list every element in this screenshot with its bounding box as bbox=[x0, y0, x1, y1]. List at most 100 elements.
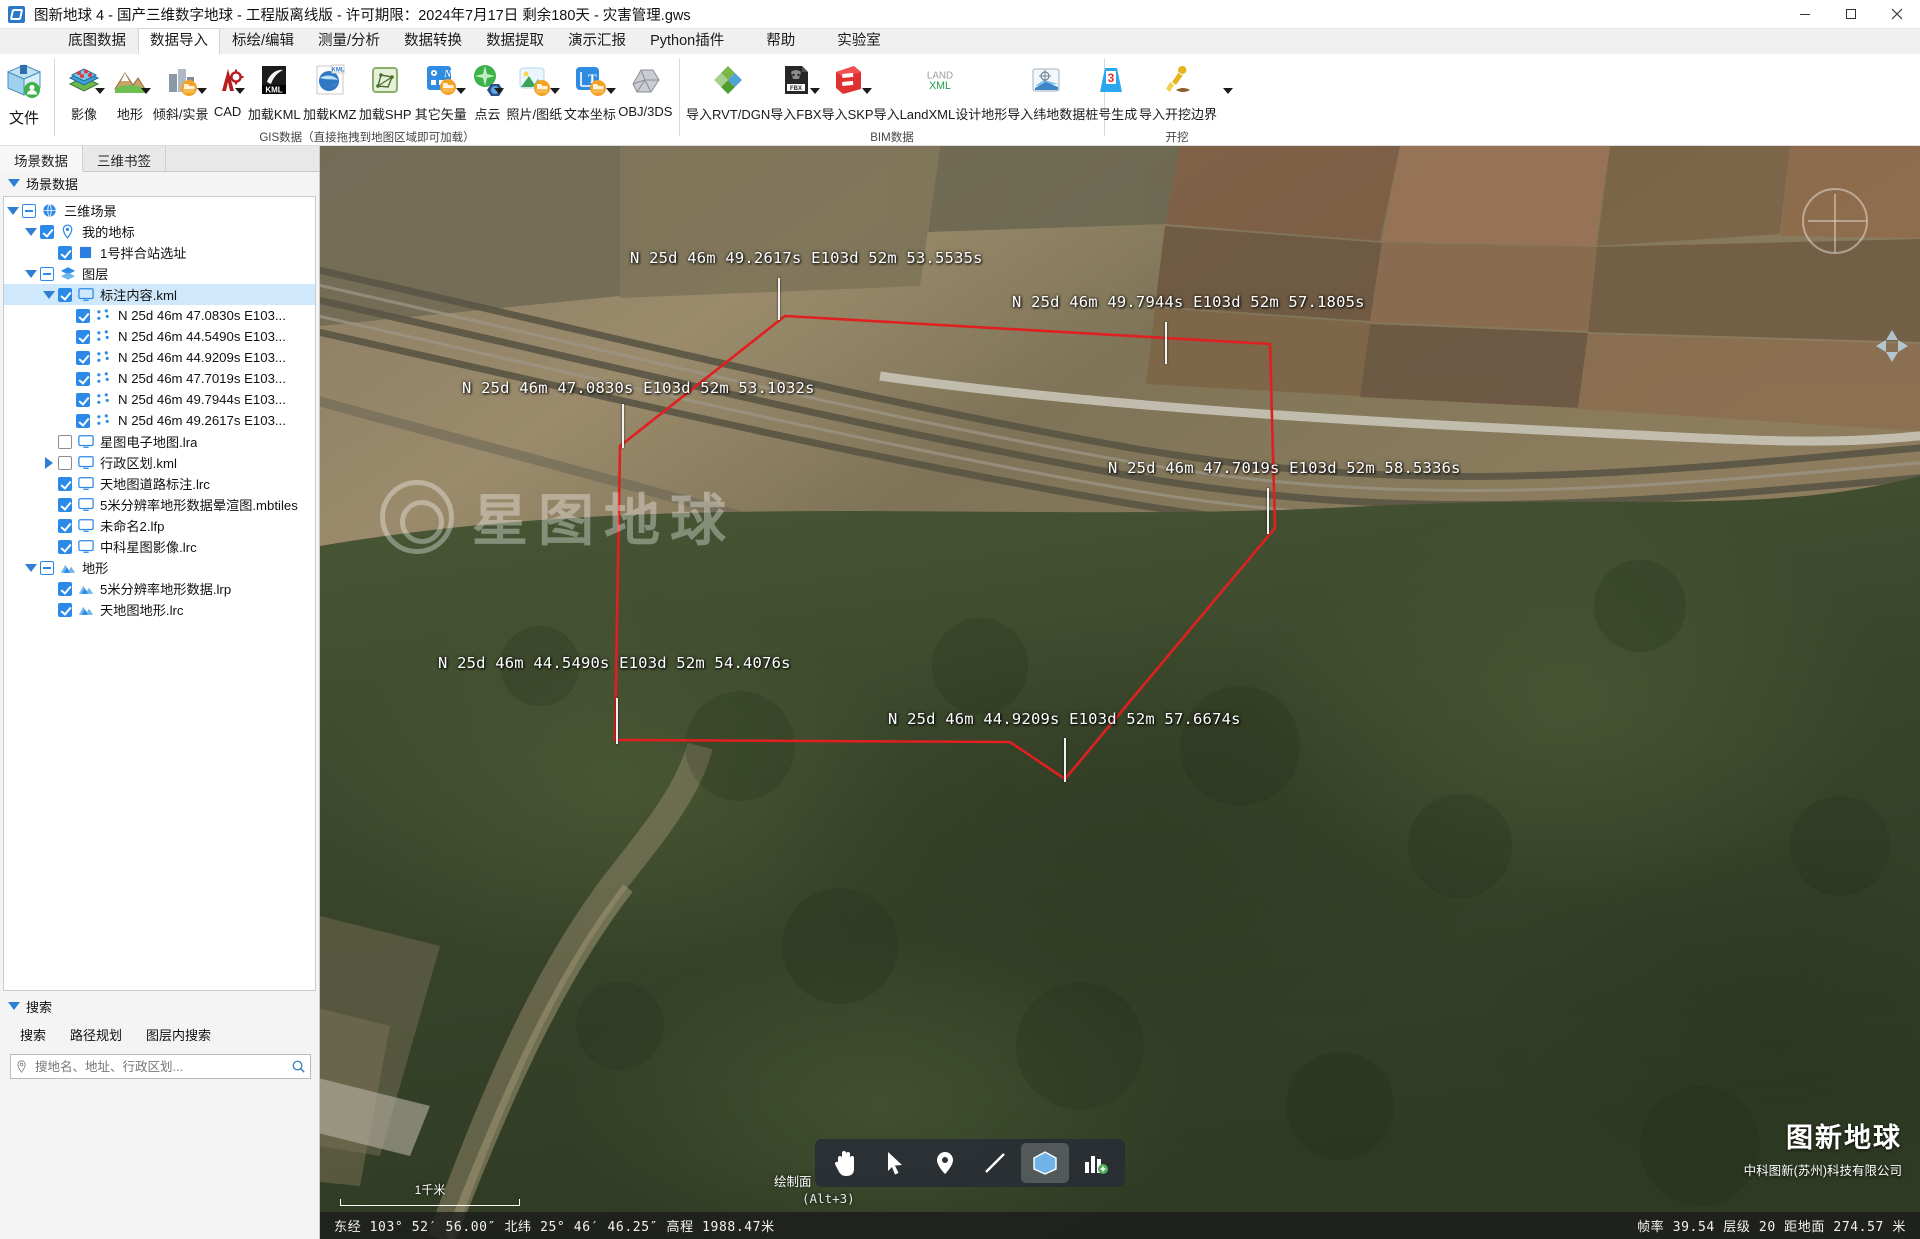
tree-expander[interactable] bbox=[4, 206, 22, 215]
ribbon-button-terrain[interactable]: 地形 bbox=[107, 58, 153, 123]
menu-item-2[interactable]: 标绘/编辑 bbox=[220, 28, 306, 54]
ribbon-button-rvt-dgn[interactable]: 导入RVT/DGN bbox=[686, 58, 770, 123]
menu-item-9[interactable]: 实验室 bbox=[825, 28, 893, 54]
tree-checkbox[interactable] bbox=[58, 581, 72, 596]
tree-item[interactable]: 天地图地形.lrc bbox=[4, 599, 315, 620]
tree-checkbox[interactable] bbox=[58, 287, 72, 302]
map-viewport[interactable]: N 25d 46m 49.2617s E103d 52m 53.5535s N … bbox=[320, 146, 1920, 1239]
tree-collapse-box[interactable] bbox=[40, 266, 54, 281]
tree-item[interactable]: 天地图道路标注.lrc bbox=[4, 473, 315, 494]
tree-expander[interactable] bbox=[22, 563, 40, 572]
ribbon-button-text-coordinate[interactable]: T 文本坐标 bbox=[562, 58, 617, 123]
tree-checkbox[interactable] bbox=[76, 329, 90, 344]
tab-3d-bookmarks[interactable]: 三维书签 bbox=[83, 146, 166, 171]
search-tab-search[interactable]: 搜索 bbox=[8, 1021, 58, 1048]
ribbon-button-point-cloud[interactable]: 点云 bbox=[468, 58, 506, 123]
menu-item-4[interactable]: 数据转换 bbox=[392, 28, 474, 54]
menu-item-6[interactable]: 演示汇报 bbox=[556, 28, 638, 54]
ribbon-button-obj-3ds[interactable]: OBJ/3DS bbox=[618, 58, 673, 119]
tree-expander[interactable] bbox=[40, 290, 58, 299]
marker-tool-button[interactable] bbox=[921, 1143, 969, 1183]
scene-tree[interactable]: 三维场景 我的地标 1号拌合站选址 图层 标注内容.kml N 25d 46m 47.08… bbox=[3, 196, 316, 991]
navigation-arrows-icon[interactable] bbox=[1872, 326, 1912, 366]
tree-item[interactable]: 图层 bbox=[4, 263, 315, 284]
menu-item-7[interactable]: Python插件 bbox=[638, 28, 736, 54]
ribbon-button-imagery[interactable]: 影像 bbox=[61, 58, 107, 123]
maximize-icon[interactable] bbox=[1828, 0, 1874, 29]
ribbon-button-photo-drawing[interactable]: 照片/图纸 bbox=[506, 58, 562, 123]
tree-expander[interactable] bbox=[22, 269, 40, 278]
pan-tool-button[interactable] bbox=[821, 1143, 869, 1183]
ribbon-button-fbx[interactable]: FBX 导入FBX bbox=[770, 58, 822, 123]
ribbon-button-excavation-boundary[interactable]: 导入开挖边界 bbox=[1119, 58, 1237, 123]
tree-checkbox[interactable] bbox=[76, 308, 90, 323]
file-button[interactable]: 文件 bbox=[0, 54, 48, 146]
points-icon bbox=[95, 308, 112, 323]
ribbon-button-weidi[interactable]: 导入纬地数据 bbox=[1007, 58, 1085, 123]
tree-item[interactable]: 5米分辨率地形数据.lrp bbox=[4, 578, 315, 599]
tree-item[interactable]: N 25d 46m 44.5490s E103... bbox=[4, 326, 315, 347]
tree-checkbox[interactable] bbox=[76, 392, 90, 407]
tree-checkbox[interactable] bbox=[58, 455, 72, 470]
ribbon-button-load-kmz[interactable]: KML 加载KMZ bbox=[302, 58, 357, 123]
ribbon-button-cad[interactable]: CAD bbox=[209, 58, 247, 119]
tree-checkbox[interactable] bbox=[58, 245, 72, 260]
tree-checkbox[interactable] bbox=[58, 497, 72, 512]
tree-checkbox[interactable] bbox=[76, 350, 90, 365]
tree-item[interactable]: N 25d 46m 47.7019s E103... bbox=[4, 368, 315, 389]
menu-item-8[interactable]: 帮助 bbox=[754, 28, 807, 54]
search-icon[interactable] bbox=[291, 1059, 306, 1074]
tree-item[interactable]: 未命名2.lfp bbox=[4, 515, 315, 536]
search-box[interactable] bbox=[10, 1054, 311, 1079]
tree-collapse-box[interactable] bbox=[22, 203, 36, 218]
tree-item[interactable]: 5米分辨率地形数据晕渲图.mbtiles bbox=[4, 494, 315, 515]
close-icon[interactable] bbox=[1874, 0, 1920, 29]
search-tab-in-layer[interactable]: 图层内搜索 bbox=[134, 1021, 223, 1048]
tree-checkbox[interactable] bbox=[58, 602, 72, 617]
tree-item[interactable]: 1号拌合站选址 bbox=[4, 242, 315, 263]
ribbon-button-landxml[interactable]: LAND XML 导入LandXML设计地形 bbox=[874, 58, 1008, 123]
tree-item[interactable]: 地形 bbox=[4, 557, 315, 578]
polygon-tool-button[interactable] bbox=[1021, 1143, 1069, 1183]
tree-item[interactable]: 星图电子地图.lra bbox=[4, 431, 315, 452]
ribbon-button-oblique[interactable]: 倾斜/实景 bbox=[153, 58, 209, 123]
search-input[interactable] bbox=[33, 1058, 286, 1075]
menu-item-3[interactable]: 测量/分析 bbox=[306, 28, 392, 54]
tree-collapse-box[interactable] bbox=[40, 560, 54, 575]
menu-item-1[interactable]: 数据导入 bbox=[138, 28, 220, 54]
ribbon-button-other-vector[interactable]: N 其它矢量 bbox=[413, 58, 468, 123]
ribbon-button-skp[interactable]: 导入SKP bbox=[822, 58, 874, 123]
tree-item[interactable]: 三维场景 bbox=[4, 200, 315, 221]
search-section-header[interactable]: 搜索 bbox=[0, 995, 319, 1017]
tree-expander[interactable] bbox=[40, 456, 58, 469]
compass-icon[interactable] bbox=[1802, 188, 1868, 254]
tree-checkbox[interactable] bbox=[76, 371, 90, 386]
tree-checkbox[interactable] bbox=[58, 476, 72, 491]
tree-item[interactable]: 我的地标 bbox=[4, 221, 315, 242]
tree-checkbox[interactable] bbox=[40, 224, 54, 239]
tree-item[interactable]: N 25d 46m 44.9209s E103... bbox=[4, 347, 315, 368]
tree-checkbox[interactable] bbox=[76, 413, 90, 428]
tree-checkbox[interactable] bbox=[58, 539, 72, 554]
tree-item[interactable]: N 25d 46m 49.7944s E103... bbox=[4, 389, 315, 410]
tree-item[interactable]: N 25d 46m 49.2617s E103... bbox=[4, 410, 315, 431]
tree-checkbox[interactable] bbox=[58, 434, 72, 449]
tree-item[interactable]: N 25d 46m 47.0830s E103... bbox=[4, 305, 315, 326]
scene-data-section-header[interactable]: 场景数据 bbox=[0, 172, 319, 194]
ribbon-button-load-kml[interactable]: KML 加载KML bbox=[247, 58, 302, 123]
tab-scene-data[interactable]: 场景数据 bbox=[0, 146, 83, 172]
select-tool-button[interactable] bbox=[871, 1143, 919, 1183]
ribbon-button-load-shp[interactable]: 加载SHP bbox=[358, 58, 413, 123]
monitor-icon bbox=[77, 497, 94, 512]
tree-item[interactable]: 标注内容.kml bbox=[4, 284, 315, 305]
menu-item-0[interactable]: 底图数据 bbox=[56, 28, 138, 54]
tree-item[interactable]: 行政区划.kml bbox=[4, 452, 315, 473]
tree-checkbox[interactable] bbox=[58, 518, 72, 533]
menu-item-5[interactable]: 数据提取 bbox=[474, 28, 556, 54]
tree-item[interactable]: 中科星图影像.lrc bbox=[4, 536, 315, 557]
search-tab-route[interactable]: 路径规划 bbox=[58, 1021, 134, 1048]
tree-expander[interactable] bbox=[22, 227, 40, 236]
line-tool-button[interactable] bbox=[971, 1143, 1019, 1183]
chart-tool-button[interactable] bbox=[1071, 1143, 1119, 1183]
minimize-icon[interactable] bbox=[1782, 0, 1828, 29]
